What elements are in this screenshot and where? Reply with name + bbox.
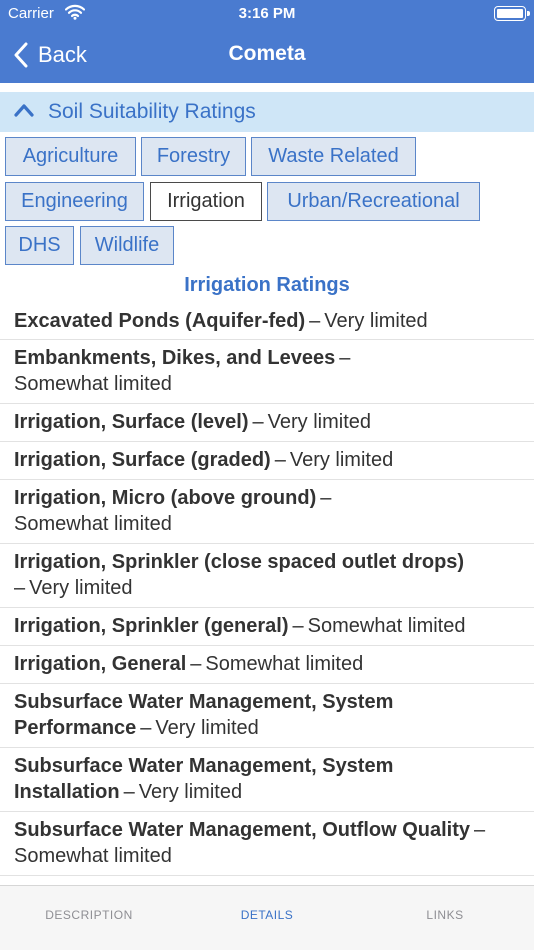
- rating-row: Subsurface Water Management, System Perf…: [0, 685, 534, 748]
- rating-name: Subsurface Water Management, Outflow Qua…: [14, 819, 470, 841]
- rating-separator: –: [309, 310, 321, 332]
- rating-name: Embankments, Dikes, and Levees: [14, 347, 336, 369]
- rating-value: Somewhat limited: [14, 373, 172, 395]
- rating-separator: –: [252, 411, 264, 433]
- rating-separator: –: [123, 781, 135, 803]
- rating-separator: –: [14, 577, 26, 599]
- page-title: Cometa: [228, 42, 306, 65]
- rating-separator: –: [339, 347, 351, 369]
- rating-row: Irrigation, Micro (above ground) – Somewha…: [0, 481, 534, 544]
- rating-value: Very limited: [289, 449, 394, 471]
- rating-separator: –: [320, 487, 332, 509]
- rating-name: Irrigation, General: [14, 653, 187, 675]
- rating-value: Somewhat limited: [14, 513, 172, 535]
- rating-name: Irrigation, Micro (above ground): [14, 487, 317, 509]
- rating-row: Excavated Ponds (Aquifer-fed) – Very limit…: [0, 307, 534, 340]
- clock-time: 3:16 PM: [238, 5, 296, 22]
- nav-bar: Back Cometa: [0, 28, 534, 83]
- rating-value: Very limited: [267, 411, 372, 433]
- rating-row: Irrigation, Surface (graded) – Very limite…: [0, 443, 534, 480]
- rating-name: Irrigation, Surface (level): [14, 411, 249, 433]
- status-bar: Carrier 3:16 PM: [0, 0, 534, 28]
- tab-description[interactable]: DESCRIPTION: [0, 908, 178, 922]
- battery-icon: [494, 6, 530, 21]
- rating-separator: –: [190, 653, 202, 675]
- rating-row: Irrigation, Sprinkler (close spaced outl…: [0, 545, 534, 608]
- rating-value: Somewhat limited: [307, 615, 466, 637]
- rating-name: Excavated Ponds (Aquifer-fed): [14, 310, 306, 332]
- rating-name: Irrigation, Sprinkler (close spaced outl…: [14, 551, 465, 573]
- collapse-chevron-icon: [14, 103, 34, 122]
- section-header-soil-suitability[interactable]: Soil Suitability Ratings: [0, 92, 534, 132]
- chip-waste-related[interactable]: Waste Related: [251, 137, 416, 176]
- section-header-label: Soil Suitability Ratings: [48, 100, 256, 123]
- ratings-title: Irrigation Ratings: [184, 274, 350, 296]
- rating-value: Very limited: [138, 781, 243, 803]
- rating-separator: –: [274, 449, 286, 471]
- chip-irrigation[interactable]: Irrigation: [150, 182, 262, 221]
- rating-value: Very limited: [29, 577, 133, 599]
- rating-row: Irrigation, Sprinkler (general) – Somewhat…: [0, 609, 534, 646]
- rating-row: Irrigation, Surface (level) – Very limited: [0, 405, 534, 442]
- rating-row: Subsurface Water Management, Outflow Qua…: [0, 813, 534, 876]
- chip-engineering[interactable]: Engineering: [5, 182, 144, 221]
- chip-forestry[interactable]: Forestry: [141, 137, 246, 176]
- rating-separator: –: [474, 819, 486, 841]
- rating-row: Embankments, Dikes, and Levees – Somewhat …: [0, 341, 534, 404]
- rating-value: Somewhat limited: [14, 845, 172, 867]
- rating-value: Very limited: [155, 717, 259, 739]
- tab-bar: DESCRIPTION DETAILS LINKS: [0, 885, 534, 950]
- chip-agriculture[interactable]: Agriculture: [5, 137, 136, 176]
- rating-row: Subsurface Water Management, System Inst…: [0, 749, 534, 812]
- rating-value: Somewhat limited: [205, 653, 364, 675]
- tab-details[interactable]: DETAILS: [178, 908, 356, 922]
- chip-urban-recreational[interactable]: Urban/Recreational: [267, 182, 480, 221]
- rating-separator: –: [140, 717, 152, 739]
- tab-links[interactable]: LINKS: [356, 908, 534, 922]
- rating-name: Irrigation, Sprinkler (general): [14, 615, 289, 637]
- rating-name: Irrigation, Surface (graded): [14, 449, 271, 471]
- rating-row: Irrigation, General – Somewhat limited: [0, 647, 534, 684]
- rating-separator: –: [292, 615, 304, 637]
- chip-wildlife[interactable]: Wildlife: [80, 226, 174, 265]
- rating-value: Very limited: [324, 310, 428, 332]
- chip-dhs[interactable]: DHS: [5, 226, 74, 265]
